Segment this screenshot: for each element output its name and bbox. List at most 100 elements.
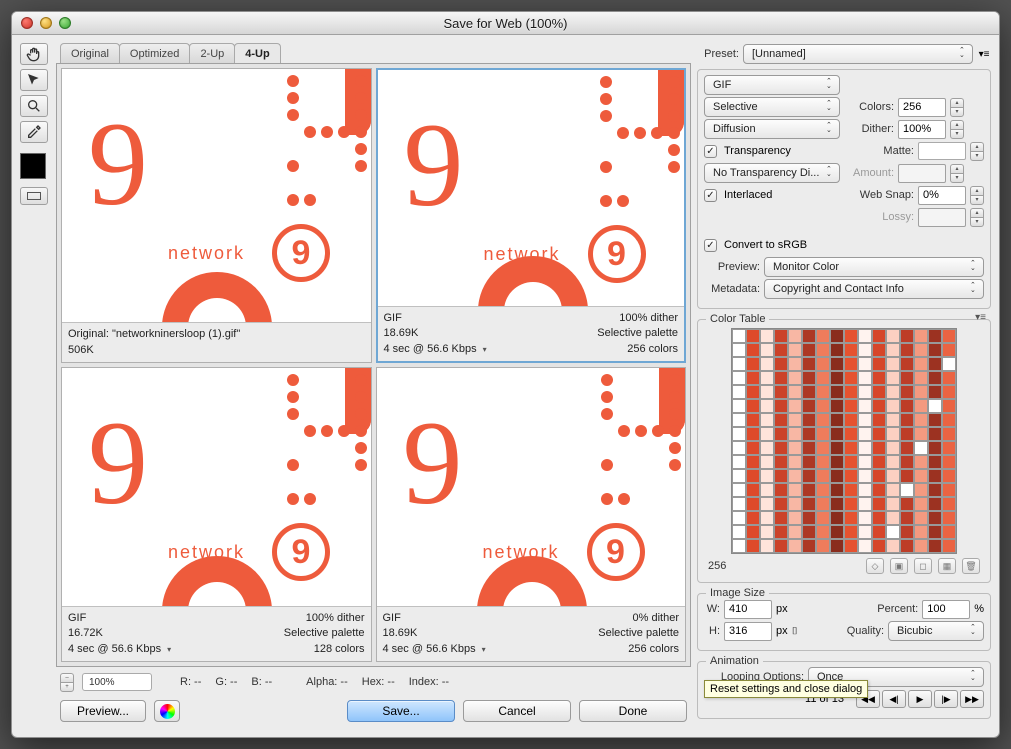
percent-field[interactable]: 100 bbox=[922, 600, 970, 619]
transparency-label: Transparency bbox=[724, 145, 791, 157]
px-label: px bbox=[776, 625, 788, 637]
amount-stepper: ▴▾ bbox=[950, 164, 964, 183]
info-label: Original: "networkninersloop (1).gif" bbox=[68, 327, 355, 342]
preview-pane-optimized-3[interactable]: 9 network9 bbox=[376, 367, 687, 662]
window-body: Original Optimized 2-Up 4-Up 9 bbox=[12, 35, 999, 737]
prev-frame-button[interactable]: ◀| bbox=[882, 690, 906, 708]
colors-stepper[interactable]: ▴▾ bbox=[950, 98, 964, 117]
color-reduction-select[interactable]: Selective bbox=[704, 97, 840, 117]
transparency-checkbox[interactable]: ✓ bbox=[704, 145, 717, 158]
websnap-field[interactable]: 0% bbox=[918, 186, 966, 205]
width-field[interactable]: 410 bbox=[724, 600, 772, 619]
color-table-legend: Color Table bbox=[706, 313, 769, 325]
tab-4up[interactable]: 4-Up bbox=[234, 43, 280, 63]
preview-pane-original[interactable]: 9 network 9 bbox=[61, 68, 372, 363]
close-icon[interactable] bbox=[21, 17, 33, 29]
new-color-icon[interactable]: ▦ bbox=[938, 558, 956, 574]
slice-select-tool[interactable] bbox=[20, 69, 48, 91]
tooltip: Reset settings and close dialog bbox=[704, 680, 868, 698]
preview-image: 9 network 9 bbox=[378, 70, 685, 306]
toggle-slices-visibility[interactable] bbox=[20, 187, 48, 205]
tab-2up[interactable]: 2-Up bbox=[189, 43, 235, 63]
preview-menu-icon[interactable] bbox=[479, 643, 486, 655]
quality-select[interactable]: Bicubic bbox=[888, 621, 984, 641]
websnap-stepper[interactable]: ▴▾ bbox=[970, 186, 984, 205]
preview-select[interactable]: Monitor Color bbox=[764, 257, 984, 277]
footer: Preview... Save... Cancel Done bbox=[56, 693, 691, 729]
animation-controls: ◀◀ ◀| ▶ |▶ ▶▶ bbox=[856, 690, 984, 708]
color-table-menu-icon[interactable]: ▾≡ bbox=[975, 312, 986, 323]
color-table[interactable] bbox=[731, 328, 957, 554]
interlaced-checkbox[interactable]: ✓ bbox=[704, 189, 717, 202]
transparency-dither-select[interactable]: No Transparency Di... bbox=[704, 163, 840, 183]
constrain-link-icon[interactable]: ⌷ bbox=[792, 626, 798, 637]
animation-fieldset: Animation Looping Options: Once 11 of 13… bbox=[697, 661, 991, 719]
colors-field[interactable]: 256 bbox=[898, 98, 946, 117]
play-button[interactable]: ▶ bbox=[908, 690, 932, 708]
preset-menu-icon[interactable]: ▾≡ bbox=[977, 49, 991, 60]
srgb-checkbox[interactable]: ✓ bbox=[704, 239, 717, 252]
preview-info: Original: "networkninersloop (1).gif" 50… bbox=[62, 322, 371, 362]
colorwheel-icon bbox=[160, 704, 175, 719]
zoom-level[interactable]: 100% bbox=[82, 673, 152, 691]
settings-panel: Preset: [Unnamed] ▾≡ GIF Selective Color… bbox=[697, 43, 991, 729]
preview-label: Preview: bbox=[704, 261, 760, 273]
map-transparent-icon[interactable]: ◻ bbox=[914, 558, 932, 574]
last-frame-button[interactable]: ▶▶ bbox=[960, 690, 984, 708]
metadata-select[interactable]: Copyright and Contact Info bbox=[764, 279, 984, 299]
status-index: Index: -- bbox=[409, 676, 449, 688]
matte-label: Matte: bbox=[864, 145, 914, 157]
dither-label: Dither: bbox=[844, 123, 894, 135]
height-field[interactable]: 316 bbox=[724, 622, 772, 641]
status-hex: Hex: -- bbox=[362, 676, 395, 688]
status-r: R: -- bbox=[180, 676, 201, 688]
preset-select[interactable]: [Unnamed] bbox=[743, 44, 973, 64]
px-label: px bbox=[776, 603, 788, 615]
preview-menu-icon[interactable] bbox=[164, 643, 171, 655]
preview-info: GIF100% dither 18.69KSelective palette 4… bbox=[378, 306, 685, 361]
image-size-legend: Image Size bbox=[706, 587, 769, 599]
eyedropper-color-swatch[interactable] bbox=[20, 153, 46, 179]
websnap-label: Web Snap: bbox=[852, 189, 914, 201]
matte-swatch[interactable] bbox=[918, 142, 966, 160]
interlaced-label: Interlaced bbox=[724, 189, 772, 201]
zoom-tool[interactable] bbox=[20, 95, 48, 117]
dither-method-select[interactable]: Diffusion bbox=[704, 119, 840, 139]
tool-panel bbox=[20, 43, 50, 729]
zoom-icon[interactable] bbox=[59, 17, 71, 29]
preview-pane-optimized-1[interactable]: 9 network 9 bbox=[376, 68, 687, 363]
info-label: 506K bbox=[68, 343, 355, 358]
matte-stepper[interactable]: ▴▾ bbox=[970, 142, 984, 161]
save-for-web-window: Save for Web (100%) Original Optimized 2… bbox=[11, 11, 1000, 738]
preview-image: 9 network9 bbox=[62, 368, 371, 606]
preview-info: GIF0% dither 18.69KSelective palette 4 s… bbox=[377, 606, 686, 661]
cancel-button[interactable]: Cancel bbox=[463, 700, 571, 722]
snap-to-web-icon[interactable]: ◇ bbox=[866, 558, 884, 574]
hand-tool[interactable] bbox=[20, 43, 48, 65]
tab-optimized[interactable]: Optimized bbox=[119, 43, 191, 63]
metadata-label: Metadata: bbox=[704, 283, 760, 295]
done-button[interactable]: Done bbox=[579, 700, 687, 722]
status-alpha: Alpha: -- bbox=[306, 676, 348, 688]
preview-pane-optimized-2[interactable]: 9 network9 bbox=[61, 367, 372, 662]
eyedropper-tool[interactable] bbox=[20, 121, 48, 143]
preview-in-browser-button[interactable] bbox=[154, 700, 180, 722]
dither-field[interactable]: 100% bbox=[898, 120, 946, 139]
preview-menu-icon[interactable] bbox=[480, 343, 487, 355]
colors-label: Colors: bbox=[844, 101, 894, 113]
minimize-icon[interactable] bbox=[40, 17, 52, 29]
tab-original[interactable]: Original bbox=[60, 43, 120, 63]
zoom-stepper[interactable]: –+ bbox=[60, 673, 74, 692]
window-title: Save for Web (100%) bbox=[12, 16, 999, 31]
format-select[interactable]: GIF bbox=[704, 75, 840, 95]
color-count: 256 bbox=[708, 560, 726, 572]
lock-color-icon[interactable]: ▣ bbox=[890, 558, 908, 574]
view-tabs: Original Optimized 2-Up 4-Up bbox=[56, 43, 691, 63]
preview-grid: 9 network 9 bbox=[56, 63, 691, 667]
next-frame-button[interactable]: |▶ bbox=[934, 690, 958, 708]
dither-stepper[interactable]: ▴▾ bbox=[950, 120, 964, 139]
save-button[interactable]: Save... bbox=[347, 700, 455, 722]
preview-image: 9 network9 bbox=[377, 368, 686, 606]
delete-color-icon[interactable]: 🗑 bbox=[962, 558, 980, 574]
preview-button[interactable]: Preview... bbox=[60, 700, 146, 722]
